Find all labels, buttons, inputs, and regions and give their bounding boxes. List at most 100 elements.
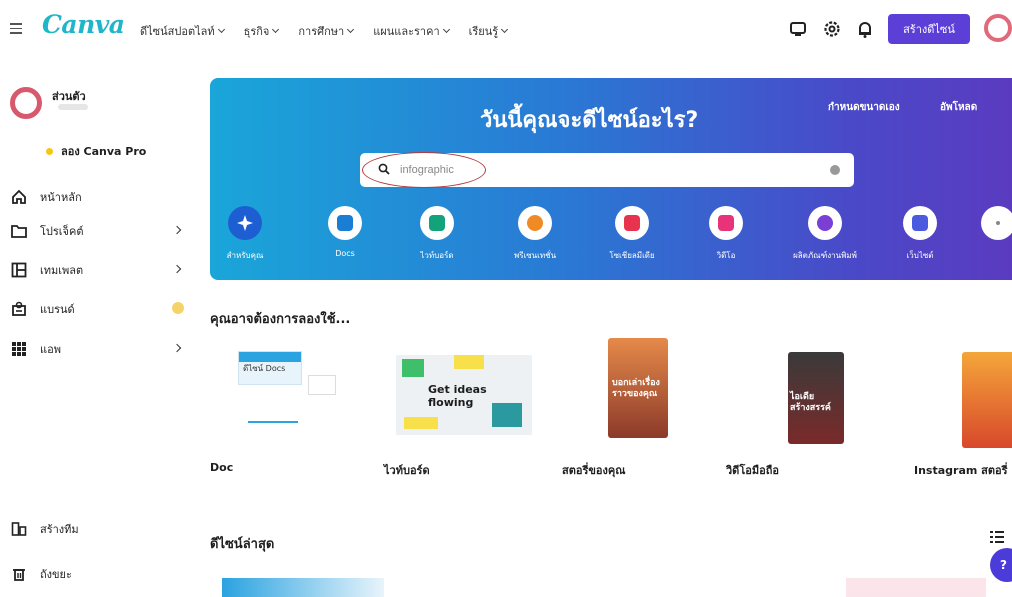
nav-design-spotlight[interactable]: ดีไซน์สปอตไลท์ (140, 22, 225, 40)
custom-size-link[interactable]: กำหนดขนาดเอง (828, 100, 900, 115)
sidebar-item-label: แอพ (40, 343, 61, 356)
category-label: โซเชียลมีเดีย (609, 251, 655, 260)
category-for-you[interactable]: สำหรับคุณ (210, 206, 285, 262)
profile-name[interactable]: ส่วนตัว (52, 87, 86, 105)
video-icon (709, 206, 743, 240)
sticky-note (404, 417, 438, 429)
template-icon (10, 261, 28, 279)
create-design-button[interactable]: สร้างดีไซน์ (888, 14, 970, 44)
sticky-note (492, 403, 522, 427)
nav-learn[interactable]: เรียนรู้ (468, 22, 509, 40)
recent-designs-title: ดีไซน์ล่าสุด (210, 537, 275, 552)
nav-education[interactable]: การศึกษา (298, 22, 355, 40)
clear-search-icon[interactable] (830, 165, 840, 175)
category-print-products[interactable]: ผลิตภัณฑ์งานพิมพ์ (785, 206, 865, 262)
sidebar-item-home[interactable]: หน้าหลัก (10, 186, 190, 208)
category-docs[interactable]: Docs (305, 206, 385, 258)
profile-avatar[interactable] (10, 87, 42, 119)
upload-link[interactable]: อัพโหลด (940, 100, 977, 115)
docs-icon (328, 206, 362, 240)
thumb-text: บอกเล่าเรื่องราวของคุณ (612, 378, 660, 399)
top-nav: ดีไซน์สปอตไลท์ ธุรกิจ การศึกษา แผนและราค… (140, 22, 509, 40)
presentation-icon (518, 206, 552, 240)
canva-logo[interactable]: Canva (42, 10, 125, 39)
sidebar-item-apps[interactable]: แอพ (10, 338, 190, 360)
help-button[interactable]: ? (990, 548, 1012, 582)
thumb-text: ไอเดียสร้างสรรค์ (790, 392, 831, 413)
try-canva-pro-link[interactable]: ลอง Canva Pro (46, 142, 146, 160)
settings-icon[interactable] (822, 19, 842, 39)
sidebar-item-trash[interactable]: ถังขยะ (10, 563, 190, 585)
category-video[interactable]: วิดีโอ (686, 206, 766, 262)
video-thumbnail: ไอเดียสร้างสรรค์ (788, 352, 844, 444)
recent-design-thumbnail[interactable] (846, 578, 986, 597)
chevron-right-icon (172, 343, 182, 353)
thumb-text: Get ideas flowing (428, 383, 487, 409)
card-label-whiteboard[interactable]: ไวท์บอร์ด (384, 461, 430, 479)
list-view-icon[interactable] (990, 530, 1004, 544)
sidebar-item-templates[interactable]: เทมเพลต (10, 259, 190, 281)
sidebar-item-create-team[interactable]: สร้างทีม (10, 518, 190, 540)
crown-icon (172, 302, 184, 314)
doc-thumbnail: ดีไซน์ Docs (238, 351, 302, 385)
nav-label: เรียนรู้ (468, 25, 499, 38)
category-label: พรีเซนเทชั่น (513, 251, 557, 260)
chevron-down-icon (217, 25, 225, 34)
card-label-instagram-story[interactable]: Instagram สตอรี่ (914, 461, 1008, 479)
suggestion-card-mobile-video[interactable]: ไอเดียสร้างสรรค์ (788, 352, 844, 444)
category-more[interactable] (968, 206, 1012, 240)
bell-icon[interactable] (855, 19, 875, 39)
sparkle-icon (228, 206, 262, 240)
chevron-down-icon (442, 25, 450, 34)
sidebar-item-label: หน้าหลัก (40, 191, 82, 204)
recent-design-thumbnail[interactable] (222, 578, 384, 597)
category-row: สำหรับคุณ Docs ไวท์บอร์ด พรีเซนเทชั่น โซ… (210, 206, 1012, 276)
trash-icon (10, 565, 28, 583)
category-social-media[interactable]: โซเชียลมีเดีย (592, 206, 672, 262)
mini-card (308, 375, 336, 395)
sidebar-item-brand[interactable]: แบรนด์ (10, 298, 190, 320)
chevron-right-icon (172, 225, 182, 235)
category-website[interactable]: เว็บไซต์ (880, 206, 960, 262)
nav-label: ธุรกิจ (243, 25, 270, 38)
thumb-text: ดีไซน์ Docs (243, 364, 286, 373)
print-icon (808, 206, 842, 240)
user-avatar[interactable] (984, 14, 1012, 42)
heart-icon (615, 206, 649, 240)
category-label: ไวท์บอร์ด (420, 251, 454, 260)
nav-label: การศึกษา (298, 25, 345, 38)
desktop-icon[interactable] (788, 19, 808, 39)
suggestion-card-whiteboard[interactable]: Get ideas flowing (396, 345, 532, 445)
nav-business[interactable]: ธุรกิจ (243, 22, 280, 40)
category-label: Docs (335, 249, 355, 258)
card-label-story[interactable]: สตอรี่ของคุณ (562, 461, 625, 479)
more-icon (981, 206, 1012, 240)
category-label: เว็บไซต์ (906, 251, 934, 260)
suggestions-title: คุณอาจต้องการลองใช้... (210, 312, 351, 327)
card-label-mobile-video[interactable]: วิดีโอมือถือ (726, 461, 779, 479)
category-whiteboard[interactable]: ไวท์บอร์ด (397, 206, 477, 262)
suggestion-card-doc[interactable]: ดีไซน์ Docs (228, 345, 336, 445)
chevron-down-icon (501, 25, 509, 34)
card-label-doc[interactable]: Doc (210, 461, 233, 474)
suggestion-card-instagram-story[interactable] (962, 352, 1012, 448)
category-presentation[interactable]: พรีเซนเทชั่น (495, 206, 575, 262)
nav-label: ดีไซน์สปอตไลท์ (140, 25, 215, 38)
sidebar: ส่วนตัว ลอง Canva Pro หน้าหลัก โปรเจ็คต์… (0, 62, 200, 597)
brand-icon (10, 300, 28, 318)
annotation-circle (362, 152, 486, 188)
category-label: ผลิตภัณฑ์งานพิมพ์ (793, 251, 857, 260)
suggestion-card-story[interactable]: บอกเล่าเรื่องราวของคุณ (608, 338, 668, 442)
category-label: สำหรับคุณ (226, 251, 264, 260)
whiteboard-icon (420, 206, 454, 240)
thumb-header (239, 352, 301, 362)
nav-plans-pricing[interactable]: แผนและราคา (373, 22, 450, 40)
crown-icon (46, 147, 53, 155)
chevron-down-icon (272, 25, 280, 34)
pro-label: ลอง Canva Pro (61, 145, 147, 158)
chevron-down-icon (347, 25, 355, 34)
chart-thumbnail (248, 395, 298, 423)
sidebar-item-label: เทมเพลต (40, 264, 84, 277)
sidebar-item-projects[interactable]: โปรเจ็คต์ (10, 220, 190, 242)
menu-icon[interactable] (10, 23, 22, 35)
